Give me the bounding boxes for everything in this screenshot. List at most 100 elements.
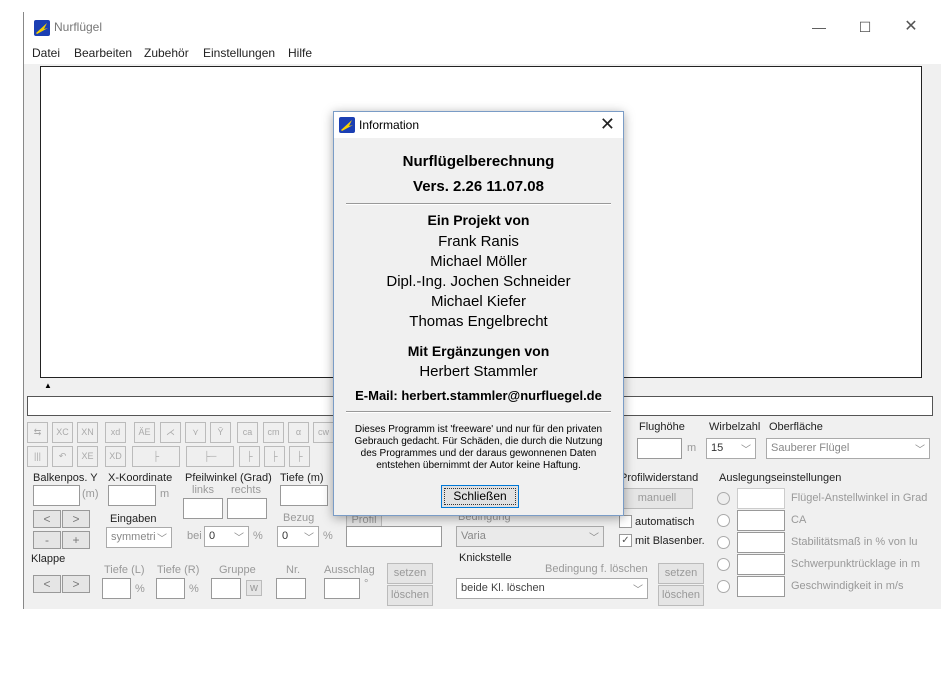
balken-minus-button[interactable]: - [33, 531, 61, 549]
toolbar-button[interactable]: Ŷ [210, 422, 231, 443]
toolbar-button[interactable]: ├ [132, 446, 180, 467]
auslegung-radio-1[interactable] [717, 514, 730, 527]
auslegung-label-3: Schwerpunktrücklage in m [791, 558, 921, 570]
toolbar-button[interactable]: ├ [289, 446, 310, 467]
app-icon [34, 20, 50, 36]
close-button[interactable]: Schließen [441, 485, 519, 508]
menu-zubehoer[interactable]: Zubehör [144, 46, 189, 60]
eingaben-select[interactable]: symmetri ﹀ [106, 527, 172, 548]
disclaimer-line: Dieses Programm ist 'freeware' und nur f… [354, 424, 603, 435]
menu-bar: Datei Bearbeiten Zubehör Einstellungen H… [24, 42, 942, 64]
menu-hilfe[interactable]: Hilfe [288, 46, 312, 60]
tiefe-l-input[interactable] [102, 578, 131, 599]
automatisch-checkbox[interactable] [619, 515, 632, 528]
title-bar[interactable]: Nurflügel — ☐ ✕ [24, 12, 942, 42]
toolbar-button[interactable]: ├─ [186, 446, 234, 467]
toolbar-button[interactable]: xd [105, 422, 126, 443]
klappe-loeschen-button[interactable]: löschen [387, 585, 433, 606]
menu-bearbeiten[interactable]: Bearbeiten [74, 46, 132, 60]
tiefe-r-input[interactable] [156, 578, 185, 599]
tiefe-label: Tiefe (m) [280, 472, 324, 484]
auslegung-radio-2[interactable] [717, 536, 730, 549]
auslegung-input-2[interactable] [737, 532, 785, 553]
bedingung-value: Varia [461, 530, 486, 542]
dialog-separator [346, 203, 611, 205]
ausschlag-input[interactable] [324, 578, 360, 599]
toolbar-button[interactable]: ├ [239, 446, 260, 467]
bedingung-select[interactable]: Varia ﹀ [456, 526, 604, 547]
nr-input[interactable] [276, 578, 306, 599]
auslegung-label-4: Geschwindigkeit in m/s [791, 580, 904, 592]
toolbar-button[interactable]: XC [52, 422, 73, 443]
menu-datei[interactable]: Datei [32, 46, 60, 60]
chevron-down-icon: ﹀ [633, 585, 643, 596]
wirbelzahl-select[interactable]: 15 ﹀ [706, 438, 756, 459]
chevron-down-icon: ﹀ [589, 533, 599, 544]
additions-heading: Mit Ergänzungen von [407, 343, 550, 359]
tiefe-l-pct: % [135, 583, 145, 595]
manuell-button[interactable]: manuell [621, 488, 693, 509]
author-line: Michael Kiefer [430, 293, 527, 310]
dialog-title-bar[interactable]: Information ✕ [334, 112, 623, 138]
balken-plus-button[interactable]: + [62, 531, 90, 549]
xkoord-input[interactable] [108, 485, 156, 506]
blasen-checkbox[interactable]: ✓ [619, 534, 632, 547]
bezug-pct: % [323, 530, 333, 542]
toolbar-button[interactable]: ⋌ [160, 422, 181, 443]
toolbar-button[interactable]: cw [313, 422, 334, 443]
balkenpos-input[interactable] [33, 485, 80, 506]
toolbar-button[interactable]: ca [237, 422, 258, 443]
close-icon[interactable]: ✕ [600, 114, 615, 135]
toolbar-button[interactable]: ↶ [52, 446, 73, 467]
flughoehe-input[interactable] [637, 438, 682, 459]
toolbar-button[interactable]: ⋎ [185, 422, 206, 443]
toolbar-button[interactable]: XN [77, 422, 98, 443]
pfeil-bei-value: 0 [209, 530, 216, 542]
toolbar-button[interactable]: ├ [264, 446, 285, 467]
maximize-icon[interactable]: ☐ [855, 18, 875, 36]
balken-right-button[interactable]: > [62, 510, 90, 528]
balken-left-button[interactable]: < [33, 510, 61, 528]
project-heading: Ein Projekt von [427, 212, 530, 228]
auslegung-input-4[interactable] [737, 576, 785, 597]
position-marker-icon: ▲ [44, 381, 52, 390]
bezug-select[interactable]: 0 ﹀ [277, 526, 319, 547]
toolbar-button[interactable]: cm [263, 422, 284, 443]
close-icon[interactable]: ✕ [901, 18, 921, 36]
auslegung-radio-4[interactable] [717, 580, 730, 593]
auslegung-input-0[interactable] [737, 488, 785, 509]
auslegung-input-3[interactable] [737, 554, 785, 575]
knick-select[interactable]: beide Kl. löschen ﹀ [456, 578, 648, 599]
knick-select-value: beide Kl. löschen [461, 582, 545, 594]
toolbar-button[interactable]: ⇆ [27, 422, 48, 443]
toolbar-button[interactable]: α [288, 422, 309, 443]
pfeil-bei-select[interactable]: 0 ﹀ [204, 526, 249, 547]
oberflaeche-select[interactable]: Sauberer Flügel ﹀ [766, 438, 930, 459]
toolbar-button[interactable]: ||| [27, 446, 48, 467]
tiefe-input[interactable] [280, 485, 328, 506]
pfeil-bei-label: bei [187, 530, 202, 542]
profil-input[interactable] [346, 526, 442, 547]
profilwiderstand-label: Profilwiderstand [620, 472, 699, 484]
pfeil-rechts-input[interactable] [227, 498, 267, 519]
w-button[interactable]: w [246, 580, 262, 596]
pfeil-links-input[interactable] [183, 498, 223, 519]
auslegung-radio-0[interactable] [717, 492, 730, 505]
oberflaeche-value: Sauberer Flügel [771, 442, 850, 454]
klappe-setzen-button[interactable]: setzen [387, 563, 433, 584]
menu-einstellungen[interactable]: Einstellungen [203, 46, 275, 60]
klappe-right-button[interactable]: > [62, 575, 90, 593]
toolbar-button[interactable]: XD [105, 446, 126, 467]
minimize-icon[interactable]: — [809, 18, 829, 36]
toolbar-button[interactable]: XE [77, 446, 98, 467]
klappe-left-button[interactable]: < [33, 575, 61, 593]
gruppe-input[interactable] [211, 578, 241, 599]
knick-loeschen-button[interactable]: löschen [658, 585, 704, 606]
knick-setzen-button[interactable]: setzen [658, 563, 704, 584]
blasen-label: mit Blasenber. [635, 535, 705, 547]
auslegung-label-2: Stabilitätsmaß in % von lu [791, 536, 918, 548]
ausschlag-label: Ausschlag [324, 564, 375, 576]
toolbar-button[interactable]: ÄE [134, 422, 155, 443]
auslegung-input-1[interactable] [737, 510, 785, 531]
auslegung-radio-3[interactable] [717, 558, 730, 571]
